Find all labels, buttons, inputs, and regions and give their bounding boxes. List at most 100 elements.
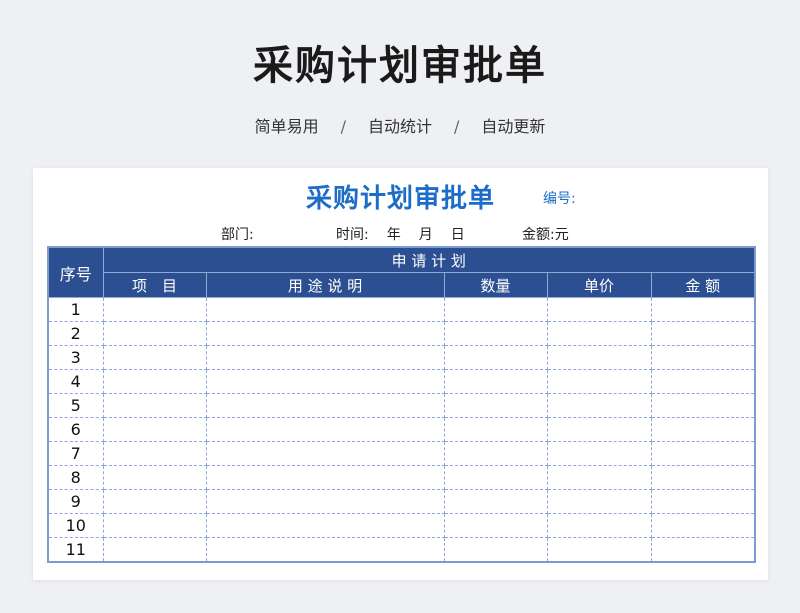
cell-unit-price[interactable] [546,465,652,490]
row-number: 5 [48,393,104,418]
cell-purpose[interactable] [205,465,445,490]
cell-amount[interactable] [650,465,756,490]
table-row: 3 [48,345,756,370]
cell-purpose[interactable] [205,513,445,538]
cell-amount[interactable] [650,393,756,418]
cell-purpose[interactable] [205,489,445,514]
tagline-item-auto-stats: 自动统计 [367,117,432,136]
col-header-purpose: 用 途 说 明 [205,272,445,298]
row-number: 11 [48,537,104,563]
cell-amount[interactable] [650,441,756,466]
date-field: 时间: 年 月 日 [336,224,465,244]
row-number: 7 [48,441,104,466]
time-label: 时间: [336,227,369,243]
page-title: 采购计划审批单 [253,43,547,89]
cell-purpose[interactable] [205,537,445,563]
cell-unit-price[interactable] [546,345,652,370]
purchase-plan-table: 序号 申 请 计 划 项 目 用 途 说 明 数量 单价 金 额 1234567… [47,246,757,563]
month-label: 月 [418,227,433,243]
cell-amount[interactable] [650,321,756,346]
tagline: 简单易用 / 自动统计 / 自动更新 [0,113,800,137]
amount-label: 金额: [522,227,555,243]
day-label: 日 [450,227,465,243]
tagline-item-easy: 简单易用 [254,117,319,136]
cell-quantity[interactable] [443,537,548,563]
seq-header: 序号 [47,246,104,298]
cell-purpose[interactable] [205,369,445,394]
cell-item[interactable] [102,465,207,490]
amount-field: 金额:元 [522,224,569,244]
col-header-item: 项 目 [102,272,207,298]
cell-purpose[interactable] [205,345,445,370]
year-label: 年 [386,227,401,243]
col-header-quantity: 数量 [443,272,548,298]
department-label: 部门: [221,227,254,243]
table-row: 4 [48,369,756,394]
row-number: 4 [48,369,104,394]
row-number: 3 [48,345,104,370]
table-row: 9 [48,489,756,514]
cell-purpose[interactable] [205,441,445,466]
cell-purpose[interactable] [205,321,445,346]
cell-item[interactable] [102,321,207,346]
tagline-separator: / [340,117,346,136]
cell-item[interactable] [102,489,207,514]
cell-item[interactable] [102,417,207,442]
cell-quantity[interactable] [443,441,548,466]
cell-item[interactable] [102,393,207,418]
cell-amount[interactable] [650,417,756,442]
row-number: 6 [48,417,104,442]
cell-item[interactable] [102,441,207,466]
cell-unit-price[interactable] [546,513,652,538]
cell-purpose[interactable] [205,297,445,322]
cell-quantity[interactable] [443,393,548,418]
cell-item[interactable] [102,369,207,394]
cell-quantity[interactable] [443,297,548,322]
cell-purpose[interactable] [205,417,445,442]
cell-amount[interactable] [650,537,756,563]
form-title: 采购计划审批单 [305,184,495,214]
plan-group-header: 申 请 计 划 [102,246,756,273]
cell-unit-price[interactable] [546,537,652,563]
row-number: 8 [48,465,104,490]
cell-amount[interactable] [650,369,756,394]
cell-item[interactable] [102,345,207,370]
table-row: 10 [48,513,756,538]
cell-item[interactable] [102,513,207,538]
cell-quantity[interactable] [443,369,548,394]
cell-unit-price[interactable] [546,369,652,394]
table-row: 8 [48,465,756,490]
tagline-item-auto-update: 自动更新 [481,117,546,136]
cell-unit-price[interactable] [546,417,652,442]
cell-unit-price[interactable] [546,321,652,346]
cell-amount[interactable] [650,345,756,370]
col-header-amount: 金 额 [650,272,756,298]
cell-quantity[interactable] [443,489,548,514]
cell-quantity[interactable] [443,417,548,442]
table-row: 11 [48,537,756,563]
cell-item[interactable] [102,537,207,563]
table-row: 2 [48,321,756,346]
cell-amount[interactable] [650,297,756,322]
table-row: 5 [48,393,756,418]
cell-quantity[interactable] [443,321,548,346]
cell-item[interactable] [102,297,207,322]
cell-amount[interactable] [650,513,756,538]
form-number-label: 编号: [543,191,576,207]
cell-unit-price[interactable] [546,297,652,322]
table-row: 7 [48,441,756,466]
amount-unit: 元 [554,227,569,243]
cell-quantity[interactable] [443,513,548,538]
row-number: 9 [48,489,104,514]
cell-quantity[interactable] [443,345,548,370]
table-row: 6 [48,417,756,442]
row-number: 10 [48,513,104,538]
cell-amount[interactable] [650,489,756,514]
form-card: 采购计划审批单 编号: 部门: 时间: 年 月 日 金额:元 序号 申 请 计 划 项… [33,168,768,580]
cell-unit-price[interactable] [546,393,652,418]
row-number: 1 [48,297,104,322]
cell-purpose[interactable] [205,393,445,418]
cell-unit-price[interactable] [546,441,652,466]
cell-unit-price[interactable] [546,489,652,514]
cell-quantity[interactable] [443,465,548,490]
